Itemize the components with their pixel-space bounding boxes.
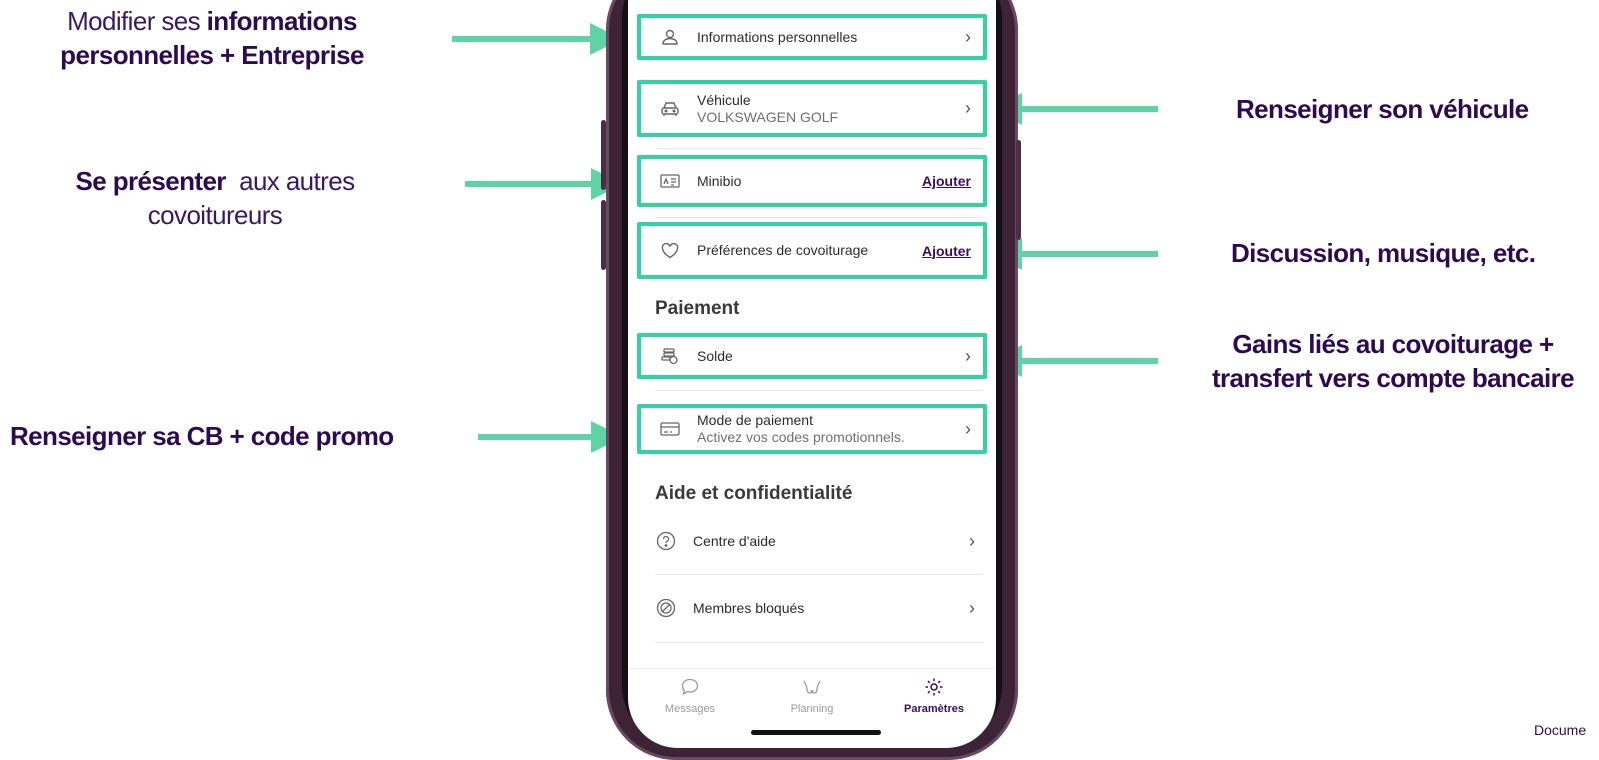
row-label: Mode de paiement bbox=[697, 412, 813, 428]
row-label: Minibio bbox=[697, 172, 742, 189]
annotation-personal-info: Modifier ses informations personnelles +… bbox=[42, 4, 382, 72]
annotation-text-bold: transfert vers compte bancaire bbox=[1211, 363, 1575, 393]
tab-messages[interactable]: Messages bbox=[640, 677, 740, 715]
credit-card-icon bbox=[659, 418, 681, 440]
annotation-text: covoitureurs bbox=[147, 200, 283, 230]
row-label: Préférences de covoiturage bbox=[697, 242, 869, 258]
blocked-icon bbox=[655, 597, 677, 619]
divider bbox=[655, 148, 983, 149]
row-sublabel: Activez vos codes promotionnels. bbox=[697, 429, 905, 445]
app-screen: Informations personnelles › Véhicule VOL… bbox=[628, 0, 996, 748]
tab-label: Paramètres bbox=[904, 703, 964, 715]
tab-planning[interactable]: Planning bbox=[762, 677, 862, 715]
chat-bubble-icon bbox=[640, 677, 740, 699]
section-title-help: Aide et confidentialité bbox=[655, 483, 853, 504]
phone-side-button bbox=[601, 200, 606, 270]
arrow-payment bbox=[478, 421, 623, 453]
preferences-add-link[interactable]: Ajouter bbox=[922, 243, 971, 259]
annotation-text-bold: Renseigner son véhicule bbox=[1236, 94, 1529, 124]
row-preferences[interactable]: Préférences de covoiturage Ajouter bbox=[637, 222, 987, 279]
phone-side-button bbox=[1016, 140, 1021, 240]
arrow-minibio bbox=[465, 168, 623, 200]
annotation-solde: Gains liés au covoiturage + transfert ve… bbox=[1188, 327, 1598, 395]
row-help-center[interactable]: Centre d'aide › bbox=[637, 518, 987, 564]
question-circle-icon bbox=[655, 530, 677, 552]
arrow-vehicle bbox=[990, 93, 1158, 125]
id-card-icon bbox=[659, 170, 681, 192]
row-balance[interactable]: Solde › bbox=[637, 333, 987, 379]
chevron-right-icon: › bbox=[969, 597, 975, 618]
row-vehicle[interactable]: Véhicule VOLKSWAGEN GOLF › bbox=[637, 80, 987, 137]
annotation-prefs: Discussion, musique, etc. bbox=[1231, 236, 1536, 270]
coins-icon bbox=[659, 345, 681, 367]
row-blocked-members[interactable]: Membres bloqués › bbox=[637, 585, 987, 631]
section-title-payment: Paiement bbox=[655, 298, 740, 319]
tab-settings[interactable]: Paramètres bbox=[884, 677, 984, 715]
row-label: Membres bloqués bbox=[693, 599, 805, 616]
user-icon bbox=[659, 26, 681, 48]
tab-bar: Messages Planning Paramètres bbox=[628, 668, 996, 748]
chevron-right-icon: › bbox=[965, 345, 971, 366]
annotation-payment: Renseigner sa CB + code promo bbox=[10, 419, 394, 453]
chevron-right-icon: › bbox=[965, 418, 971, 439]
tab-label: Planning bbox=[790, 703, 834, 715]
annotation-text-bold: informations bbox=[206, 6, 358, 36]
divider bbox=[655, 642, 983, 643]
row-personal-info[interactable]: Informations personnelles › bbox=[637, 14, 987, 60]
annotation-text-bold: Discussion, musique, etc. bbox=[1231, 238, 1536, 268]
divider bbox=[655, 390, 983, 391]
minibio-add-link[interactable]: Ajouter bbox=[922, 173, 971, 189]
arrow-prefs bbox=[990, 238, 1158, 270]
annotation-text-bold: Se présenter bbox=[75, 166, 227, 196]
row-label: Informations personnelles bbox=[697, 28, 858, 45]
annotation-text-bold: Gains liés au covoiturage + bbox=[1232, 329, 1554, 359]
chevron-right-icon: › bbox=[965, 98, 971, 118]
row-minibio[interactable]: Minibio Ajouter bbox=[637, 155, 987, 207]
annotation-text: Modifier ses bbox=[67, 6, 207, 36]
row-payment-method[interactable]: Mode de paiement Activez vos codes promo… bbox=[637, 404, 987, 454]
arrow-personal-info bbox=[452, 23, 622, 55]
tab-label: Messages bbox=[664, 703, 716, 715]
phone-side-button bbox=[601, 120, 606, 190]
row-label: Véhicule bbox=[697, 91, 751, 108]
home-indicator bbox=[751, 730, 881, 735]
chevron-right-icon: › bbox=[969, 530, 975, 551]
car-icon bbox=[659, 98, 681, 120]
divider bbox=[655, 217, 983, 218]
planning-icon bbox=[762, 677, 862, 699]
row-label: Centre d'aide bbox=[693, 532, 776, 549]
annotation-text-bold: personnelles + Entreprise bbox=[60, 40, 364, 70]
chevron-right-icon: › bbox=[965, 26, 971, 47]
heart-icon bbox=[659, 240, 681, 262]
vehicle-value: VOLKSWAGEN GOLF bbox=[697, 108, 839, 125]
annotation-minibio: Se présenter aux autres covoitureurs bbox=[40, 164, 390, 232]
footer-note: Docume bbox=[1534, 722, 1587, 738]
gear-icon bbox=[884, 677, 984, 699]
divider bbox=[655, 574, 983, 575]
annotation-vehicle: Renseigner son véhicule bbox=[1236, 92, 1529, 126]
annotation-text-bold: Renseigner sa CB + code promo bbox=[10, 421, 394, 451]
arrow-solde bbox=[990, 345, 1158, 377]
row-label: Solde bbox=[697, 347, 733, 364]
annotation-text: aux autres bbox=[239, 166, 355, 196]
